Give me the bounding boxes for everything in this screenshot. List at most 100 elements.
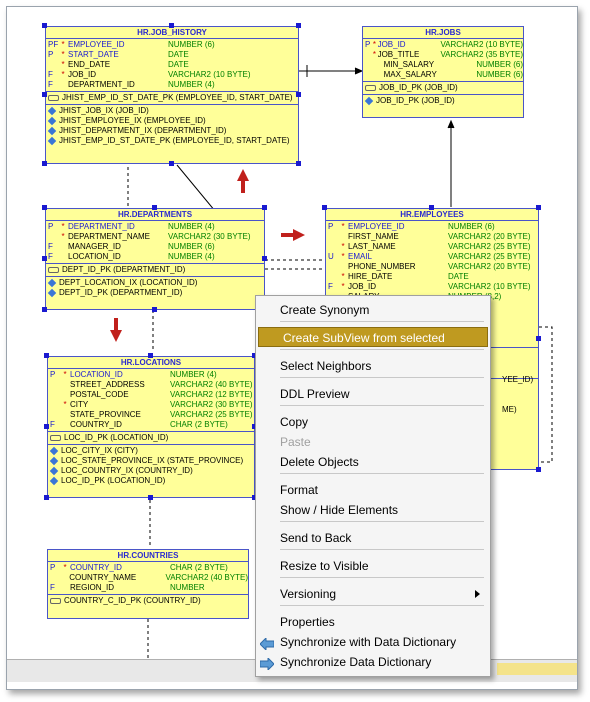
menu-item-resize-to-visible[interactable]: Resize to Visible <box>256 556 490 576</box>
column-name: COUNTRY_ID <box>70 563 122 572</box>
table-column-row[interactable]: F REGION_ID NUMBER <box>48 583 248 593</box>
index-row[interactable]: JHIST_JOB_IX (JOB_ID) <box>46 106 298 116</box>
table-column-row[interactable]: F MANAGER_ID NUMBER (6) <box>46 242 264 252</box>
index-row[interactable]: JOB_ID_PK (JOB_ID) <box>363 96 523 106</box>
menu-item-select-neighbors[interactable]: Select Neighbors <box>256 356 490 376</box>
table-column-row[interactable]: STATE_PROVINCE VARCHAR2 (25 BYTE) <box>48 410 254 420</box>
selection-handle[interactable] <box>169 23 174 28</box>
table-column-row[interactable]: F * JOB_ID VARCHAR2 (10 BYTE) <box>46 70 298 80</box>
table-departments[interactable]: HR.DEPARTMENTS P * DEPARTMENT_ID NUMBER (4)… <box>45 208 265 310</box>
table-column-row[interactable]: P * START_DATE DATE <box>46 50 298 60</box>
fk-arrowhead-jobs-2 <box>447 119 455 129</box>
table-column-row[interactable]: P * DEPARTMENT_ID NUMBER (4) <box>46 222 264 232</box>
table-countries[interactable]: HR.COUNTRIES P * COUNTRY_ID CHAR (2 BYTE) CO… <box>47 549 249 619</box>
menu-item-properties[interactable]: Properties <box>256 612 490 632</box>
primary-key-row[interactable]: LOC_ID_PK (LOCATION_ID) <box>48 433 254 443</box>
table-column-row[interactable]: * HIRE_DATE DATE <box>326 272 538 282</box>
table-column-row[interactable]: * DEPARTMENT_NAME VARCHAR2 (30 BYTE) <box>46 232 264 242</box>
table-locations[interactable]: HR.LOCATIONS P * LOCATION_ID NUMBER (4) STRE… <box>47 356 255 498</box>
index-row[interactable]: DEPT_LOCATION_IX (LOCATION_ID) <box>46 278 264 288</box>
primary-key-row[interactable]: JHIST_EMP_ID_ST_DATE_PK (EMPLOYEE_ID, ST… <box>46 93 298 103</box>
menu-item-versioning[interactable]: Versioning <box>256 584 490 604</box>
selection-handle[interactable] <box>42 205 47 210</box>
selection-handle[interactable] <box>148 495 153 500</box>
table-column-row[interactable]: STREET_ADDRESS VARCHAR2 (40 BYTE) <box>48 380 254 390</box>
selection-handle[interactable] <box>262 256 267 261</box>
table-column-row[interactable]: * LAST_NAME VARCHAR2 (25 BYTE) <box>326 242 538 252</box>
index-row[interactable]: LOC_ID_PK (LOCATION_ID) <box>48 476 254 486</box>
selection-handle[interactable] <box>536 336 541 341</box>
menu-item-paste[interactable]: Paste <box>256 432 490 452</box>
table-column-row[interactable]: * END_DATE DATE <box>46 60 298 70</box>
table-jobs[interactable]: HR.JOBS P * JOB_ID VARCHAR2 (10 BYTE) * JOB_T… <box>362 26 524 118</box>
selection-handle[interactable] <box>152 205 157 210</box>
index-row[interactable]: LOC_CITY_IX (CITY) <box>48 446 254 456</box>
primary-key-row[interactable]: JOB_ID_PK (JOB_ID) <box>363 83 523 93</box>
menu-item-synchronize-with-data-dictionary[interactable]: Synchronize with Data Dictionary <box>256 632 490 652</box>
menu-item-show-hide-elements[interactable]: Show / Hide Elements <box>256 500 490 520</box>
selection-handle[interactable] <box>169 161 174 166</box>
column-name: JOB_TITLE <box>377 50 420 59</box>
menu-item-create-subview-from-selected[interactable]: Create SubView from selected <box>258 327 488 347</box>
selection-handle[interactable] <box>536 467 541 472</box>
column-mandatory-flag <box>58 80 68 90</box>
table-column-row[interactable]: F * JOB_ID VARCHAR2 (10 BYTE) <box>326 282 538 292</box>
selection-handle[interactable] <box>42 92 47 97</box>
menu-item-synchronize-data-dictionary[interactable]: Synchronize Data Dictionary <box>256 652 490 672</box>
selection-handle[interactable] <box>42 161 47 166</box>
index-row[interactable]: JHIST_DEPARTMENT_IX (DEPARTMENT_ID) <box>46 126 298 136</box>
menu-item-label: Properties <box>280 615 335 629</box>
table-column-row[interactable]: F COUNTRY_ID CHAR (2 BYTE) <box>48 420 254 430</box>
index-row[interactable]: JHIST_EMP_ID_ST_DATE_PK (EMPLOYEE_ID, ST… <box>46 136 298 146</box>
index-row[interactable]: DEPT_ID_PK (DEPARTMENT_ID) <box>46 288 264 298</box>
table-column-row[interactable]: COUNTRY_NAME VARCHAR2 (40 BYTE) <box>48 573 248 583</box>
column-name: MAX_SALARY <box>383 70 437 79</box>
index-row[interactable]: LOC_COUNTRY_IX (COUNTRY_ID) <box>48 466 254 476</box>
table-column-row[interactable]: * JOB_TITLE VARCHAR2 (35 BYTE) <box>363 50 523 60</box>
menu-item-send-to-back[interactable]: Send to Back <box>256 528 490 548</box>
table-column-row[interactable]: P * LOCATION_ID NUMBER (4) <box>48 370 254 380</box>
table-job-history[interactable]: HR.JOB_HISTORY PF * EMPLOYEE_ID NUMBER (6) P… <box>45 26 299 164</box>
menu-item-copy[interactable]: Copy <box>256 412 490 432</box>
selection-handle[interactable] <box>148 353 153 358</box>
table-column-row[interactable]: PF * EMPLOYEE_ID NUMBER (6) <box>46 40 298 50</box>
table-column-row[interactable]: P * JOB_ID VARCHAR2 (10 BYTE) <box>363 40 523 50</box>
selection-handle[interactable] <box>536 205 541 210</box>
selection-handle[interactable] <box>42 23 47 28</box>
table-title: HR.JOBS <box>363 27 523 39</box>
selection-handle[interactable] <box>44 424 49 429</box>
index-row[interactable]: LOC_STATE_PROVINCE_IX (STATE_PROVINCE) <box>48 456 254 466</box>
menu-item-format[interactable]: Format <box>256 480 490 500</box>
table-column-row[interactable]: F DEPARTMENT_ID NUMBER (4) <box>46 80 298 90</box>
table-column-row[interactable]: MAX_SALARY NUMBER (6) <box>363 70 523 80</box>
menu-item-ddl-preview[interactable]: DDL Preview <box>256 384 490 404</box>
menu-item-delete-objects[interactable]: Delete Objects <box>256 452 490 472</box>
table-column-row[interactable]: POSTAL_CODE VARCHAR2 (12 BYTE) <box>48 390 254 400</box>
selection-handle[interactable] <box>322 205 327 210</box>
selection-handle[interactable] <box>42 256 47 261</box>
primary-key-row[interactable]: DEPT_ID_PK (DEPARTMENT_ID) <box>46 265 264 275</box>
selection-handle[interactable] <box>296 92 301 97</box>
selection-handle[interactable] <box>152 307 157 312</box>
selection-handle[interactable] <box>42 307 47 312</box>
table-column-row[interactable]: FIRST_NAME VARCHAR2 (20 BYTE) <box>326 232 538 242</box>
selection-handle[interactable] <box>296 23 301 28</box>
primary-key-row[interactable]: COUNTRY_C_ID_PK (COUNTRY_ID) <box>48 596 248 606</box>
table-column-row[interactable]: PHONE_NUMBER VARCHAR2 (20 BYTE) <box>326 262 538 272</box>
table-column-row[interactable]: U * EMAIL VARCHAR2 (25 BYTE) <box>326 252 538 262</box>
index-row[interactable]: JHIST_EMPLOYEE_IX (EMPLOYEE_ID) <box>46 116 298 126</box>
table-column-row[interactable]: * CITY VARCHAR2 (30 BYTE) <box>48 400 254 410</box>
selection-handle[interactable] <box>262 205 267 210</box>
selection-handle[interactable] <box>44 495 49 500</box>
column-mandatory-flag: * <box>341 222 345 231</box>
table-column-row[interactable]: F LOCATION_ID NUMBER (4) <box>46 252 264 262</box>
selection-handle[interactable] <box>44 353 49 358</box>
selection-handle[interactable] <box>296 161 301 166</box>
menu-item-create-synonym[interactable]: Create Synonym <box>256 300 490 320</box>
table-column-row[interactable]: P * COUNTRY_ID CHAR (2 BYTE) <box>48 563 248 573</box>
selection-handle[interactable] <box>429 205 434 210</box>
table-column-row[interactable]: P * EMPLOYEE_ID NUMBER (6) <box>326 222 538 232</box>
column-name: DEPARTMENT_ID <box>68 222 135 231</box>
table-column-row[interactable]: MIN_SALARY NUMBER (6) <box>363 60 523 70</box>
column-mandatory-flag <box>60 410 70 420</box>
